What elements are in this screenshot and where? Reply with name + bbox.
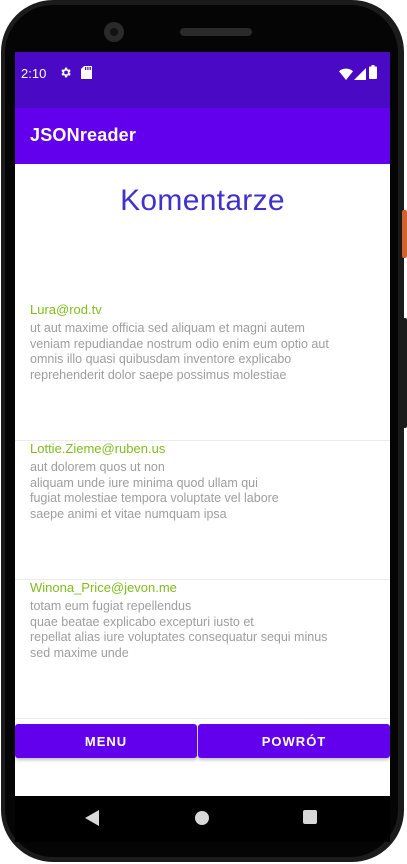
- comment-email: Lura@rod.tv: [30, 302, 102, 317]
- comment-email: Winona_Price@jevon.me: [30, 580, 177, 595]
- comment-body: totam eum fugiat repellendus quae beatae…: [30, 599, 328, 660]
- battery-icon: [369, 65, 377, 84]
- sd-card-icon: [81, 66, 92, 84]
- front-camera: [104, 22, 124, 42]
- comment-email: Lottie.Zieme@ruben.us: [30, 441, 166, 456]
- wifi-icon: [339, 67, 353, 85]
- home-circle-icon[interactable]: [194, 810, 210, 831]
- settings-gear-icon: [59, 66, 72, 84]
- device-screen: 2:10 JSONreader Komentarze Lura@rod.tv u…: [15, 52, 390, 796]
- power-button: [402, 210, 407, 258]
- cellular-signal-icon: [354, 67, 366, 85]
- comments-list[interactable]: Komentarze Lura@rod.tv ut aut maxime off…: [15, 164, 390, 724]
- app-title: JSONreader: [30, 125, 137, 145]
- comment-item[interactable]: Lura@rod.tv ut aut maxime officia sed al…: [15, 300, 390, 441]
- back-button[interactable]: POWRÓT: [198, 724, 390, 758]
- phone-frame: 2:10 JSONreader Komentarze Lura@rod.tv u…: [0, 0, 407, 864]
- menu-button[interactable]: MENU: [15, 724, 197, 758]
- status-bar: 2:10: [15, 52, 390, 108]
- comment-item[interactable]: Winona_Price@jevon.me totam eum fugiat r…: [15, 578, 390, 719]
- comment-body: aut dolorem quos ut non aliquam unde iur…: [30, 460, 279, 521]
- back-triangle-icon[interactable]: [85, 810, 99, 831]
- page-title: Komentarze: [120, 184, 285, 217]
- recents-square-icon[interactable]: [303, 810, 317, 829]
- system-navigation-bar: [15, 796, 390, 842]
- comment-item[interactable]: Lottie.Zieme@ruben.us aut dolorem quos u…: [15, 439, 390, 580]
- comment-body: ut aut maxime officia sed aliquam et mag…: [30, 321, 329, 382]
- earpiece-speaker: [180, 28, 252, 36]
- volume-button: [402, 318, 407, 428]
- app-bar: JSONreader: [15, 108, 390, 164]
- status-time: 2:10: [21, 66, 47, 81]
